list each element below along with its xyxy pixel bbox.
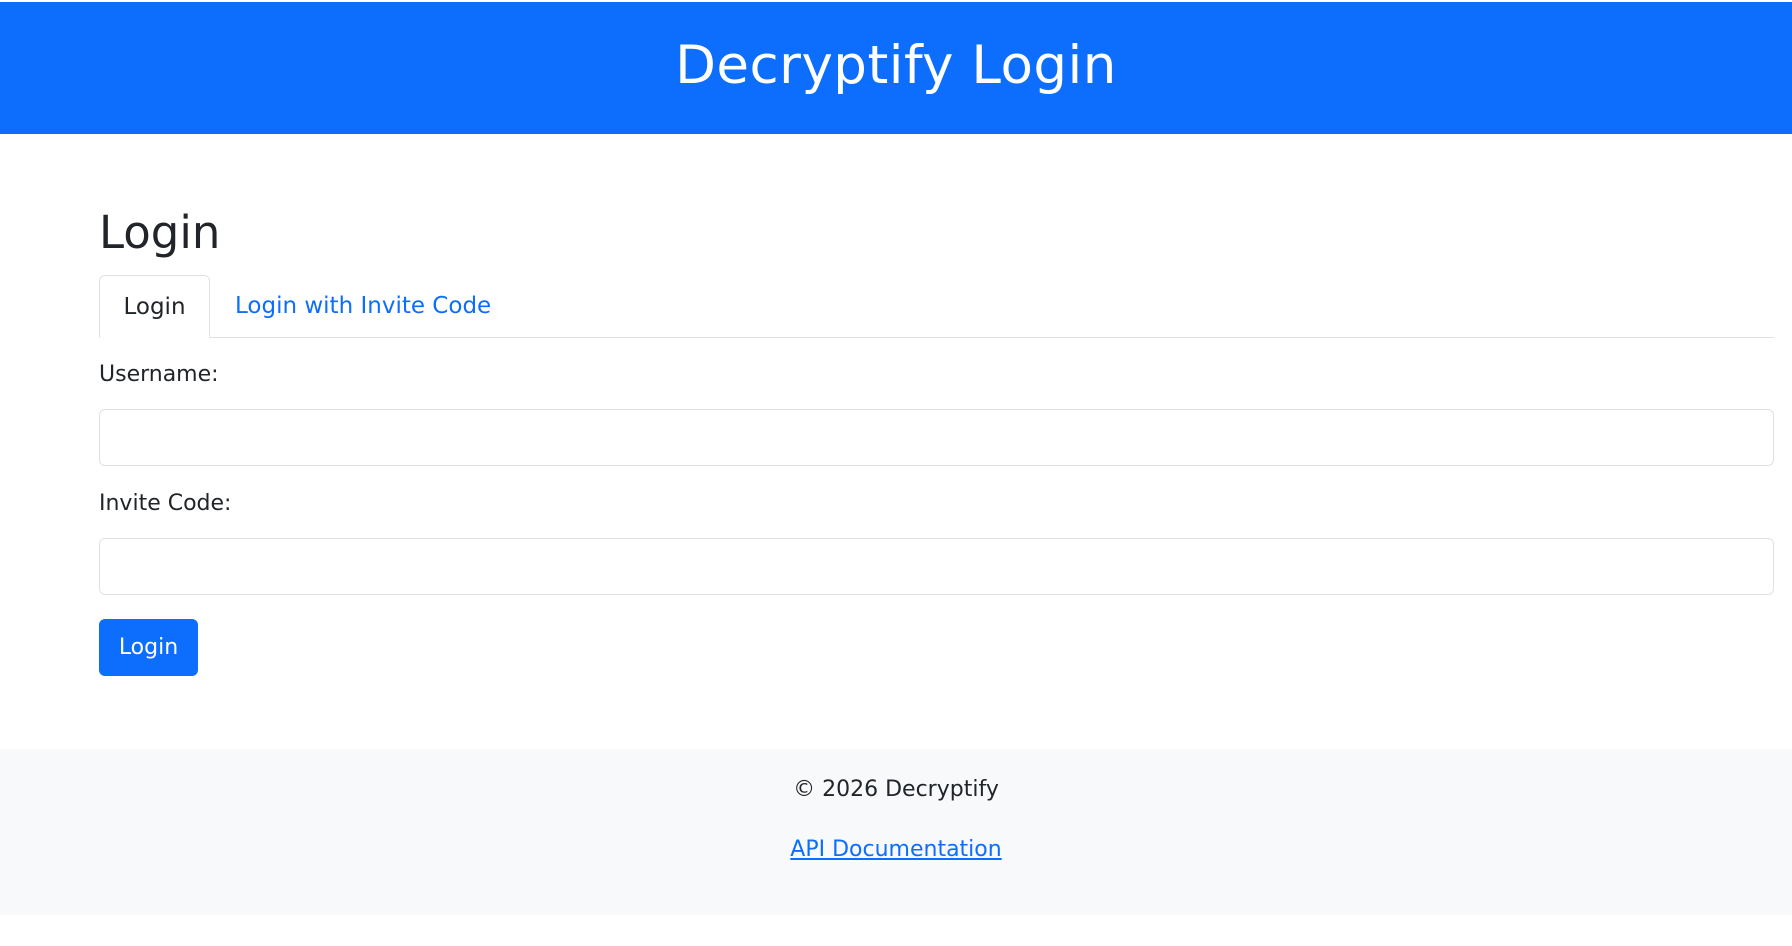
copyright-text: © 2026 Decryptify [793,777,999,802]
username-label: Username: [99,362,219,387]
invite-code-label: Invite Code: [99,491,232,516]
username-input[interactable] [99,409,1774,466]
api-documentation-link[interactable]: API Documentation [790,837,1001,862]
api-link-container: API Documentation [0,837,1792,862]
login-tabs: Login Login with Invite Code [99,275,1774,338]
tab-login-with-invite-code[interactable]: Login with Invite Code [235,275,491,337]
header-title: Decryptify Login [675,34,1117,96]
login-button[interactable]: Login [99,619,198,676]
page-title: Login [99,206,221,259]
invite-code-input[interactable] [99,538,1774,595]
page-footer: © 2026 Decryptify API Documentation [0,749,1792,915]
tab-login[interactable]: Login [99,275,210,338]
page-header: Decryptify Login [0,2,1792,134]
